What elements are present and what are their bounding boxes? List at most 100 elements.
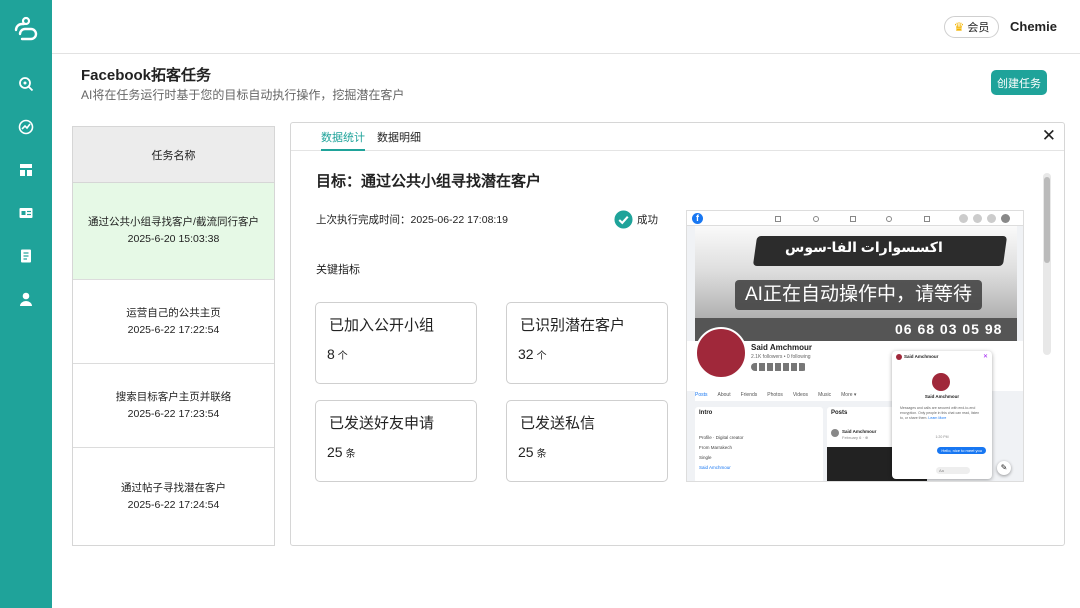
close-icon[interactable]: ✕ (1042, 126, 1056, 146)
nav-layout-icon[interactable] (14, 158, 38, 182)
fb-tab[interactable]: Videos (793, 392, 808, 398)
chat-encryption-notice: Messages and calls are secured with end-… (900, 406, 980, 420)
chat-close-icon[interactable]: ✕ (983, 353, 988, 360)
post-author: Said Amchmour (842, 429, 877, 434)
task-time: 2025-6-22 17:24:54 (127, 498, 220, 511)
nav-trend-icon[interactable] (14, 115, 38, 139)
post-date: February 6 · ⊕ (842, 435, 869, 440)
top-bar (52, 0, 1080, 54)
scrollbar-thumb[interactable] (1044, 177, 1050, 263)
fb-tab[interactable]: About (718, 392, 731, 398)
fb-account-avatar (1001, 214, 1010, 223)
task-detail-panel: 数据统计 数据明细 ✕ 目标：通过公共小组寻找潜在客户 上次执行完成时间：202… (290, 122, 1065, 546)
new-message-icon[interactable]: ✎ (997, 461, 1011, 475)
task-row[interactable]: 通过公共小组寻找客户/截流同行客户 2025-6-20 15:03:38 (73, 183, 274, 280)
task-list-header: 任务名称 (73, 127, 274, 183)
facebook-logo-icon: f (692, 213, 703, 224)
chat-bubble: Hello, nice to meet you (937, 447, 986, 454)
fb-messenger-icon (973, 214, 982, 223)
fb-tab[interactable]: Friends (741, 392, 758, 398)
fb-topbar: f (687, 211, 1023, 226)
kpi-value: 25 条 (327, 444, 356, 460)
friend-avatars (751, 363, 807, 371)
nav-search-icon[interactable] (14, 72, 38, 96)
task-name: 通过公共小组寻找客户/截流同行客户 (88, 216, 259, 228)
task-row[interactable]: 通过帖子寻找潜在客户 2025-6-22 17:24:54 (73, 448, 274, 545)
kpi-card: 已发送好友申请 25 条 (315, 400, 477, 482)
task-name: 运营自己的公共主页 (126, 306, 221, 319)
create-task-button[interactable]: 创建任务 (991, 70, 1047, 95)
kpi-title: 关键指标 (316, 264, 360, 276)
chat-header-name: Said Amchmour (904, 354, 939, 359)
member-badge[interactable]: ♛ 会员 (944, 16, 999, 38)
fb-cover-photo: اكسسوارات الفا-سوس AI正在自动操作中，请等待 06 68 0… (695, 226, 1017, 341)
tab-data-stats[interactable]: 数据统计 (321, 129, 365, 151)
fb-chat-popup: Said Amchmour ✕ Said Amchmour Messages a… (892, 351, 992, 479)
intro-title: Intro (699, 410, 713, 416)
kpi-label: 已发送私信 (520, 415, 596, 432)
profile-meta: 2.1K followers • 0 following (751, 354, 811, 360)
kpi-card: 已识别潜在客户 32 个 (506, 302, 668, 384)
fb-tab[interactable]: Music (818, 392, 831, 398)
post-avatar (831, 429, 839, 437)
chat-contact-name: Said Amchmour (924, 394, 960, 399)
fb-tab[interactable]: More ▾ (841, 392, 856, 398)
page-subtitle: AI将在任务运行时基于您的目标自动执行操作，挖掘潜在客户 (81, 88, 405, 102)
fb-tab[interactable]: Posts (695, 392, 708, 398)
chat-avatar (932, 373, 950, 391)
last-run-time: 上次执行完成时间：2025-06-22 17:08:19 (316, 214, 508, 226)
fb-tab[interactable]: Photos (767, 392, 783, 398)
kpi-card: 已加入公开小组 8个 (315, 302, 477, 384)
task-row[interactable]: 搜索目标客户主页并联络 2025-6-22 17:23:54 (73, 364, 274, 448)
cover-phone-number: 06 68 03 05 98 (895, 321, 1003, 337)
username[interactable]: Chemie (1010, 19, 1057, 34)
nav-user-icon[interactable] (14, 287, 38, 311)
intro-details: Profile · Digital creator From Marrakech… (699, 435, 744, 470)
task-list: 任务名称 通过公共小组寻找客户/截流同行客户 2025-6-20 15:03:3… (72, 126, 275, 546)
fb-intro-card: Intro Profile · Digital creator From Mar… (695, 407, 823, 481)
detail-tabs: 数据统计 数据明细 ✕ (291, 123, 1064, 151)
kpi-value: 32 个 (518, 346, 547, 362)
nav-id-card-icon[interactable] (14, 201, 38, 225)
status-text: 成功 (637, 214, 658, 226)
nav-book-icon[interactable] (14, 244, 38, 268)
kpi-value: 8个 (327, 346, 348, 362)
crown-icon: ♛ (953, 20, 965, 34)
status-badge: 成功 (614, 210, 658, 229)
sidebar (0, 0, 52, 608)
task-name: 通过帖子寻找潜在客户 (121, 481, 226, 494)
profile-name: Said Amchmour (751, 343, 813, 352)
fb-groups-icon (924, 216, 930, 222)
cover-banner-text: اكسسوارات الفا-سوس (785, 239, 943, 255)
kpi-card: 已发送私信 25 条 (506, 400, 668, 482)
fb-video-icon (850, 216, 856, 222)
fb-bell-icon (987, 214, 996, 223)
chat-time: 1:20 PM (935, 435, 949, 439)
task-row[interactable]: 运营自己的公共主页 2025-6-22 17:22:54 (73, 280, 274, 364)
fb-menu-icon (959, 214, 968, 223)
kpi-label: 已识别潜在客户 (520, 317, 626, 334)
fb-friends-icon (813, 216, 819, 222)
task-time: 2025-6-20 15:03:38 (127, 233, 220, 245)
success-check-icon (614, 210, 633, 229)
fb-market-icon (886, 216, 892, 222)
task-time: 2025-6-22 17:23:54 (127, 407, 220, 420)
app-logo (14, 16, 38, 41)
ai-working-overlay: AI正在自动操作中，请等待 (735, 280, 982, 310)
page-title: Facebook拓客任务 (81, 67, 212, 84)
automation-live-preview: f اكسسوارات الفا-سوس AI正在自动操作中，请等待 06 68… (686, 210, 1024, 482)
member-label: 会员 (967, 22, 990, 34)
kpi-label: 已加入公开小组 (329, 317, 435, 334)
chat-input[interactable]: Aa (936, 467, 970, 474)
kpi-value: 25 条 (518, 444, 547, 460)
task-name: 搜索目标客户主页并联络 (115, 390, 232, 403)
goal-title: 目标：通过公共小组寻找潜在客户 (316, 173, 542, 190)
posts-title: Posts (831, 410, 848, 416)
detail-scrollbar[interactable] (1043, 173, 1051, 355)
kpi-label: 已发送好友申请 (329, 415, 435, 432)
profile-avatar (695, 327, 747, 379)
fb-home-icon (775, 216, 781, 222)
chat-avatar-small (896, 354, 902, 360)
tab-data-details[interactable]: 数据明细 (377, 129, 421, 149)
task-time: 2025-6-22 17:22:54 (127, 323, 220, 336)
